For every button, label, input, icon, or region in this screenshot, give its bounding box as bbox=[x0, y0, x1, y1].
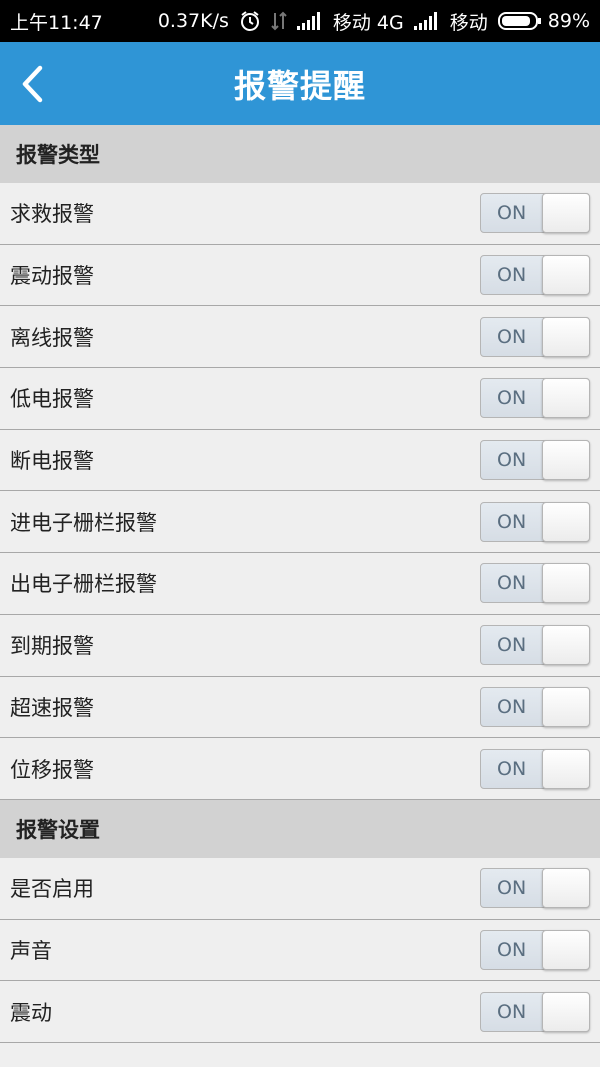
toggle-switch[interactable]: ON bbox=[480, 929, 590, 970]
chevron-left-icon bbox=[22, 65, 43, 102]
toggle-knob[interactable] bbox=[542, 378, 590, 419]
toggle-switch[interactable]: ON bbox=[480, 193, 590, 234]
toggle-text: ON bbox=[497, 449, 527, 472]
network-speed: 0.37K/s bbox=[157, 10, 229, 32]
list-item: 出电子栅栏报警 ON bbox=[0, 553, 600, 615]
data-arrows-icon bbox=[271, 11, 287, 31]
list-item: 断电报警 ON bbox=[0, 430, 600, 492]
battery-icon bbox=[497, 12, 541, 30]
status-bar-left: 上午11:47 bbox=[10, 8, 103, 35]
list-item: 进电子栅栏报警 ON bbox=[0, 491, 600, 554]
toggle-text: ON bbox=[497, 325, 527, 348]
list-item: 是否启用 ON bbox=[0, 858, 600, 920]
list-item-label: 低电报警 bbox=[10, 387, 94, 412]
list-item: 震动 ON bbox=[0, 981, 600, 1043]
toggle-text: ON bbox=[497, 202, 527, 225]
list-item: 震动报警 ON bbox=[0, 245, 600, 307]
list-item-label: 出电子栅栏报警 bbox=[10, 572, 157, 597]
clock: 上午11:47 bbox=[10, 11, 103, 34]
toggle-text: ON bbox=[497, 695, 527, 718]
toggle-text: ON bbox=[497, 757, 527, 780]
toggle-text: ON bbox=[497, 510, 527, 533]
list-item-label: 是否启用 bbox=[10, 877, 94, 902]
list-item: 求救报警 ON bbox=[0, 183, 600, 245]
list-item: 到期报警 ON bbox=[0, 615, 600, 677]
toggle-switch[interactable]: ON bbox=[480, 440, 590, 481]
toggle-knob[interactable] bbox=[542, 440, 590, 481]
settings-list: 报警类型 求救报警 ON 震动报警 ON 离线报警 ON 低电报警 ON 断电报… bbox=[0, 125, 600, 1043]
carrier-1: 移动 4G bbox=[332, 11, 404, 34]
status-bar: 上午11:47 0.37K/s 移动 4G 移动 89% bbox=[0, 0, 600, 42]
toggle-knob[interactable] bbox=[542, 316, 590, 357]
toggle-switch[interactable]: ON bbox=[480, 563, 590, 604]
list-item-label: 到期报警 bbox=[10, 634, 94, 659]
toggle-text: ON bbox=[497, 572, 527, 595]
header-bar: 报警提醒 bbox=[0, 42, 600, 125]
toggle-switch[interactable]: ON bbox=[480, 868, 590, 909]
back-button[interactable] bbox=[20, 42, 80, 125]
toggle-switch[interactable]: ON bbox=[480, 748, 590, 789]
battery: 89% bbox=[497, 10, 590, 32]
toggle-switch[interactable]: ON bbox=[480, 255, 590, 296]
toggle-text: ON bbox=[497, 387, 527, 410]
section-header-alarm-types: 报警类型 bbox=[0, 125, 600, 183]
toggle-text: ON bbox=[497, 634, 527, 657]
toggle-knob[interactable] bbox=[542, 868, 590, 909]
toggle-text: ON bbox=[497, 1000, 527, 1023]
list-item-label: 位移报警 bbox=[10, 757, 94, 782]
toggle-switch[interactable]: ON bbox=[480, 991, 590, 1032]
section-header-alarm-settings: 报警设置 bbox=[0, 799, 600, 858]
list-item-label: 震动报警 bbox=[10, 264, 94, 289]
list-item-label: 声音 bbox=[10, 938, 52, 963]
list-item-label: 进电子栅栏报警 bbox=[10, 510, 157, 535]
list-item-label: 求救报警 bbox=[10, 202, 94, 227]
page-title: 报警提醒 bbox=[233, 66, 366, 105]
list-item: 声音 ON bbox=[0, 920, 600, 982]
toggle-switch[interactable]: ON bbox=[480, 316, 590, 357]
list-item-label: 断电报警 bbox=[10, 449, 94, 474]
signal-icon bbox=[296, 12, 323, 30]
toggle-knob[interactable] bbox=[542, 255, 590, 296]
toggle-knob[interactable] bbox=[542, 563, 590, 604]
toggle-text: ON bbox=[497, 264, 527, 287]
toggle-knob[interactable] bbox=[542, 991, 590, 1032]
battery-percent: 89% bbox=[547, 10, 590, 32]
toggle-knob[interactable] bbox=[542, 193, 590, 234]
list-item-label: 震动 bbox=[10, 1000, 52, 1025]
toggle-switch[interactable]: ON bbox=[480, 686, 590, 727]
toggle-switch[interactable]: ON bbox=[480, 625, 590, 666]
toggle-switch[interactable]: ON bbox=[480, 501, 590, 542]
list-item-label: 离线报警 bbox=[10, 325, 94, 350]
toggle-knob[interactable] bbox=[542, 748, 590, 789]
list-item: 离线报警 ON bbox=[0, 306, 600, 369]
toggle-knob[interactable] bbox=[542, 929, 590, 970]
list-item: 超速报警 ON bbox=[0, 677, 600, 739]
list-item-label: 超速报警 bbox=[10, 695, 94, 720]
toggle-text: ON bbox=[497, 938, 527, 961]
toggle-knob[interactable] bbox=[542, 625, 590, 666]
list-item: 位移报警 ON bbox=[0, 738, 600, 800]
toggle-knob[interactable] bbox=[542, 501, 590, 542]
alarm-clock-icon bbox=[239, 10, 261, 32]
carrier-2: 移动 bbox=[449, 11, 488, 34]
signal-icon-2 bbox=[413, 12, 440, 30]
toggle-switch[interactable]: ON bbox=[480, 378, 590, 419]
toggle-text: ON bbox=[497, 877, 527, 900]
list-item: 低电报警 ON bbox=[0, 368, 600, 430]
toggle-knob[interactable] bbox=[542, 686, 590, 727]
status-bar-right: 0.37K/s 移动 4G 移动 89% bbox=[158, 8, 590, 35]
